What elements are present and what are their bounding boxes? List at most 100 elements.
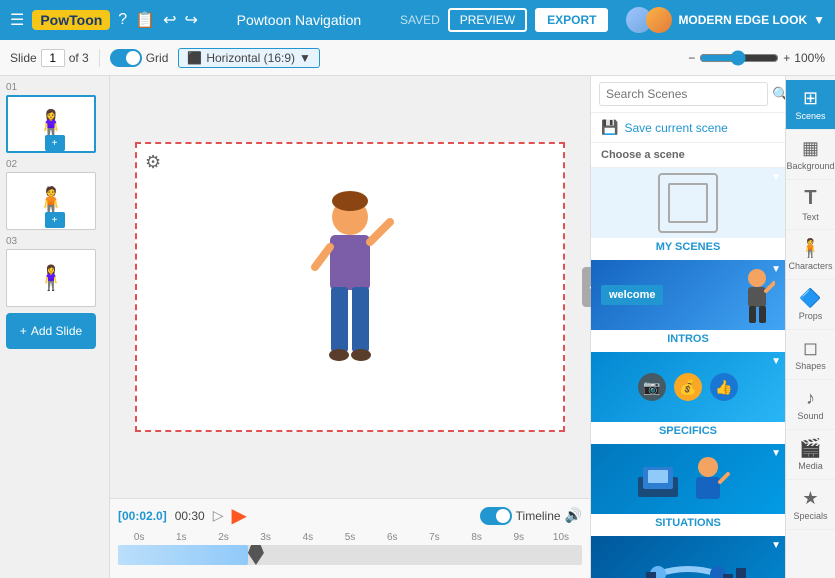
sidebar-item-media[interactable]: 🎬 Media (786, 430, 835, 480)
add-slide-button[interactable]: + Add Slide (6, 313, 96, 349)
intros-label: INTROS (591, 330, 785, 348)
canvas-timeline-area: ‹ ⚙ (110, 76, 590, 578)
shapes-icon: ◻ (803, 338, 818, 359)
search-icon[interactable]: 🔍 (772, 86, 785, 103)
app-logo: PowToon (32, 10, 110, 30)
tick-1: 1s (160, 532, 202, 543)
canvas[interactable]: ⚙ (135, 142, 565, 432)
main-area: 01 🧍‍♀️ + 02 🧍 + 03 🧍‍♀️ + Add Slide (0, 76, 835, 578)
sidebar-item-shapes[interactable]: ◻ Shapes (786, 330, 835, 380)
slide-num-3: 03 (6, 236, 103, 247)
tick-7: 7s (413, 532, 455, 543)
scenes-icon: ⊞ (803, 88, 818, 109)
canvas-settings-icon[interactable]: ⚙ (145, 152, 161, 173)
save-scene-icon: 💾 (601, 119, 618, 136)
scene-category-situations: ▼ SITUATIONS (591, 444, 785, 532)
slide-total: of 3 (69, 51, 89, 65)
sidebar-item-scenes[interactable]: ⊞ Scenes (786, 80, 835, 130)
situations-label: SITUATIONS (591, 514, 785, 532)
slide-panel: 01 🧍‍♀️ + 02 🧍 + 03 🧍‍♀️ + Add Slide (0, 76, 110, 578)
avatar-group (626, 7, 672, 33)
aspect-icon: ⬛ (187, 51, 202, 65)
search-bar: 🔍 (591, 76, 785, 113)
character-svg (300, 187, 400, 387)
slide-num-2: 02 (6, 159, 103, 170)
grid-toggle[interactable]: Grid (110, 49, 169, 67)
playhead-marker[interactable] (248, 545, 264, 565)
aspect-ratio-selector[interactable]: ⬛ Horizontal (16:9) ▼ (178, 48, 320, 68)
sidebar-item-specials[interactable]: ★ Specials (786, 480, 835, 530)
timeline-track[interactable] (118, 545, 582, 565)
thumbsup-icon: 👍 (710, 373, 738, 401)
sound-icon: ♪ (806, 388, 815, 409)
background-icon-label: Background (786, 161, 834, 171)
my-scenes-preview[interactable]: ▼ (591, 168, 785, 238)
zoom-plus[interactable]: + (783, 51, 790, 65)
scene-category-specifics: 📷 💰 👍 ▼ SPECIFICS (591, 352, 785, 440)
my-scenes-expand-icon: ▼ (771, 172, 781, 183)
shapes-icon-label: Shapes (795, 361, 826, 371)
slide-number-input[interactable] (41, 49, 65, 67)
scenes-icon-label: Scenes (795, 111, 825, 121)
zoom-slider[interactable] (699, 50, 779, 66)
background-icon: ▦ (802, 138, 819, 159)
help-icon[interactable]: ? (118, 11, 127, 29)
scene-category-my-scenes: ▼ MY SCENES (591, 168, 785, 256)
volume-icon[interactable]: 🔊 (565, 507, 582, 524)
specials-icon-label: Specials (793, 511, 827, 521)
timeline-toggle: Timeline 🔊 (480, 507, 582, 525)
timeline-switch[interactable] (480, 507, 512, 525)
nav-title: Powtoon Navigation (206, 12, 392, 28)
specifics-preview[interactable]: 📷 💰 👍 ▼ (591, 352, 785, 422)
slide-thumb-3[interactable]: 🧍‍♀️ (6, 249, 96, 307)
sidebar-item-text[interactable]: T Text (786, 180, 835, 230)
play-outline-button[interactable]: ▷ (213, 507, 224, 524)
play-button[interactable]: ▶ (232, 503, 247, 528)
notes-icon[interactable]: 📋 (135, 10, 155, 30)
situations-preview[interactable]: ▼ (591, 444, 785, 514)
duration-display: 00:30 (175, 509, 205, 523)
avatar-2 (646, 7, 672, 33)
specials-icon: ★ (802, 488, 818, 509)
top-navigation: ☰ PowToon ? 📋 ↩ ↪ Powtoon Navigation SAV… (0, 0, 835, 40)
track-progress (118, 545, 248, 565)
theme-label: MODERN EDGE LOOK (678, 13, 807, 27)
welcome-text: welcome (601, 285, 663, 305)
sidebar-item-props[interactable]: 🔷 Props (786, 280, 835, 330)
sidebar-item-background[interactable]: ▦ Background (786, 130, 835, 180)
search-scenes-input[interactable] (599, 82, 768, 106)
slide-item-1: 01 🧍‍♀️ + (6, 82, 103, 153)
grid-switch[interactable] (110, 49, 142, 67)
editor-toolbar: Slide of 3 Grid ⬛ Horizontal (16:9) ▼ − … (0, 40, 835, 76)
text-icon-label: Text (802, 212, 819, 222)
theme-dropdown-icon[interactable]: ▼ (813, 13, 825, 27)
save-scene-button[interactable]: 💾 Save current scene (591, 113, 785, 143)
tick-5: 5s (329, 532, 371, 543)
slide-control: Slide of 3 (10, 49, 100, 67)
tick-9: 9s (498, 532, 540, 543)
specifics-label: SPECIFICS (591, 422, 785, 440)
concepts-preview[interactable]: ▼ (591, 536, 785, 578)
user-area: MODERN EDGE LOOK ▼ (626, 7, 825, 33)
slide-2-action-icon[interactable]: + (45, 212, 65, 228)
saved-status: SAVED (400, 13, 440, 27)
canvas-wrapper: ‹ ⚙ (110, 76, 590, 498)
sidebar-item-sound[interactable]: ♪ Sound (786, 380, 835, 430)
props-icon: 🔷 (799, 288, 821, 309)
export-button[interactable]: EXPORT (535, 8, 608, 32)
preview-button[interactable]: PREVIEW (448, 8, 527, 32)
slide-1-action-icon[interactable]: + (45, 135, 65, 151)
timeline-ruler: 0s 1s 2s 3s 4s 5s 6s 7s 8s 9s 10s (118, 532, 582, 543)
redo-icon[interactable]: ↪ (185, 10, 198, 30)
add-slide-icon: + (20, 324, 27, 338)
my-scenes-inner (668, 183, 708, 223)
timeline-panel: [00:02.0] 00:30 ▷ ▶ Timeline 🔊 0s 1s 2s … (110, 498, 590, 578)
zoom-minus[interactable]: − (688, 51, 695, 65)
intros-preview[interactable]: welcome ▼ (591, 260, 785, 330)
tick-2: 2s (202, 532, 244, 543)
hamburger-icon[interactable]: ☰ (10, 10, 24, 30)
undo-icon[interactable]: ↩ (163, 10, 176, 30)
choose-scene-label: Choose a scene (591, 143, 785, 168)
sidebar-item-characters[interactable]: 🧍 Characters (786, 230, 835, 280)
situations-expand-icon: ▼ (771, 448, 781, 459)
